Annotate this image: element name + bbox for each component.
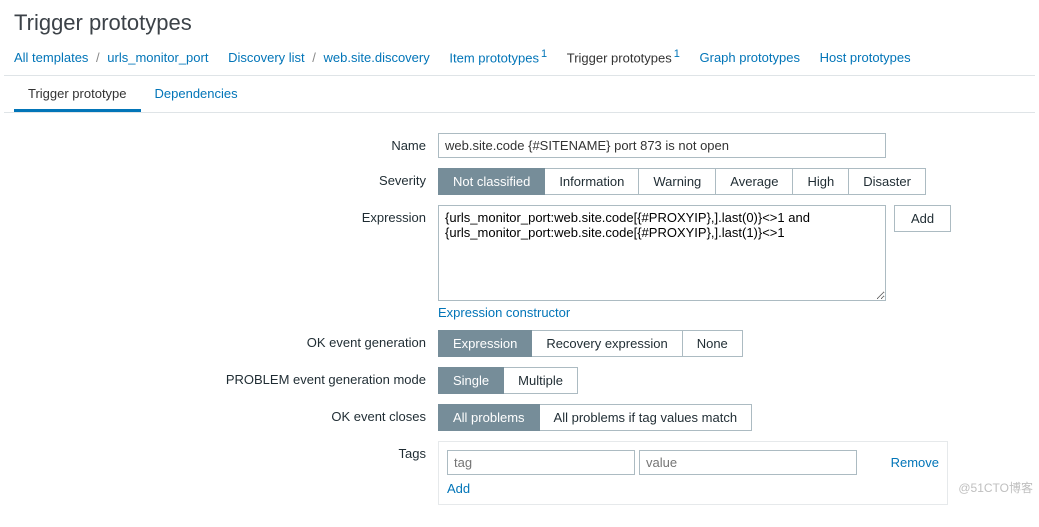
- problem-mode-single[interactable]: Single: [438, 367, 504, 394]
- ok-event-closes-tag[interactable]: All problems if tag values match: [540, 404, 753, 431]
- problem-mode-label: PROBLEM event generation mode: [18, 367, 438, 387]
- tags-label: Tags: [18, 441, 438, 461]
- severity-group: Not classified Information Warning Avera…: [438, 168, 926, 195]
- tag-remove-link[interactable]: Remove: [891, 455, 939, 470]
- expression-textarea[interactable]: [438, 205, 886, 301]
- breadcrumb-host-prototypes[interactable]: Host prototypes: [820, 50, 911, 65]
- tag-name-input[interactable]: [447, 450, 635, 475]
- breadcrumb-discovery-rule[interactable]: web.site.discovery: [324, 50, 430, 65]
- expression-constructor-link[interactable]: Expression constructor: [438, 305, 886, 320]
- tab-dependencies[interactable]: Dependencies: [141, 76, 252, 112]
- ok-event-gen-group: Expression Recovery expression None: [438, 330, 743, 357]
- problem-mode-multiple[interactable]: Multiple: [504, 367, 578, 394]
- severity-information[interactable]: Information: [545, 168, 639, 195]
- breadcrumb-trigger-prototypes: Trigger prototypes: [567, 50, 672, 65]
- ok-event-gen-recovery[interactable]: Recovery expression: [532, 330, 682, 357]
- name-label: Name: [18, 133, 438, 153]
- severity-not-classified[interactable]: Not classified: [438, 168, 545, 195]
- breadcrumb-discovery-list[interactable]: Discovery list: [228, 50, 305, 65]
- page-title: Trigger prototypes: [0, 0, 1039, 44]
- problem-mode-group: Single Multiple: [438, 367, 578, 394]
- ok-event-closes-group: All problems All problems if tag values …: [438, 404, 752, 431]
- ok-event-closes-label: OK event closes: [18, 404, 438, 424]
- tags-box: Remove Add: [438, 441, 948, 505]
- severity-disaster[interactable]: Disaster: [849, 168, 926, 195]
- breadcrumb-all-templates[interactable]: All templates: [14, 50, 88, 65]
- breadcrumb-template[interactable]: urls_monitor_port: [107, 50, 208, 65]
- breadcrumb-item-prototypes[interactable]: Item prototypes: [449, 50, 539, 65]
- severity-average[interactable]: Average: [716, 168, 793, 195]
- ok-event-gen-expression[interactable]: Expression: [438, 330, 532, 357]
- severity-label: Severity: [18, 168, 438, 188]
- ok-event-gen-none[interactable]: None: [683, 330, 743, 357]
- expression-add-button[interactable]: Add: [894, 205, 951, 232]
- tag-row: Remove: [447, 450, 939, 475]
- tag-value-input[interactable]: [639, 450, 857, 475]
- breadcrumb: All templates / urls_monitor_port Discov…: [0, 44, 1039, 75]
- tab-trigger-prototype[interactable]: Trigger prototype: [14, 76, 141, 112]
- trigger-proto-count: 1: [674, 48, 680, 60]
- ok-event-closes-all[interactable]: All problems: [438, 404, 540, 431]
- item-proto-count: 1: [541, 48, 547, 60]
- tabs: Trigger prototype Dependencies: [4, 76, 1035, 113]
- severity-high[interactable]: High: [793, 168, 849, 195]
- tag-add-link[interactable]: Add: [447, 481, 470, 496]
- breadcrumb-graph-prototypes[interactable]: Graph prototypes: [700, 50, 800, 65]
- name-input[interactable]: [438, 133, 886, 158]
- ok-event-gen-label: OK event generation: [18, 330, 438, 350]
- severity-warning[interactable]: Warning: [639, 168, 716, 195]
- breadcrumb-sep: /: [92, 50, 104, 65]
- expression-label: Expression: [18, 205, 438, 225]
- breadcrumb-sep: /: [308, 50, 320, 65]
